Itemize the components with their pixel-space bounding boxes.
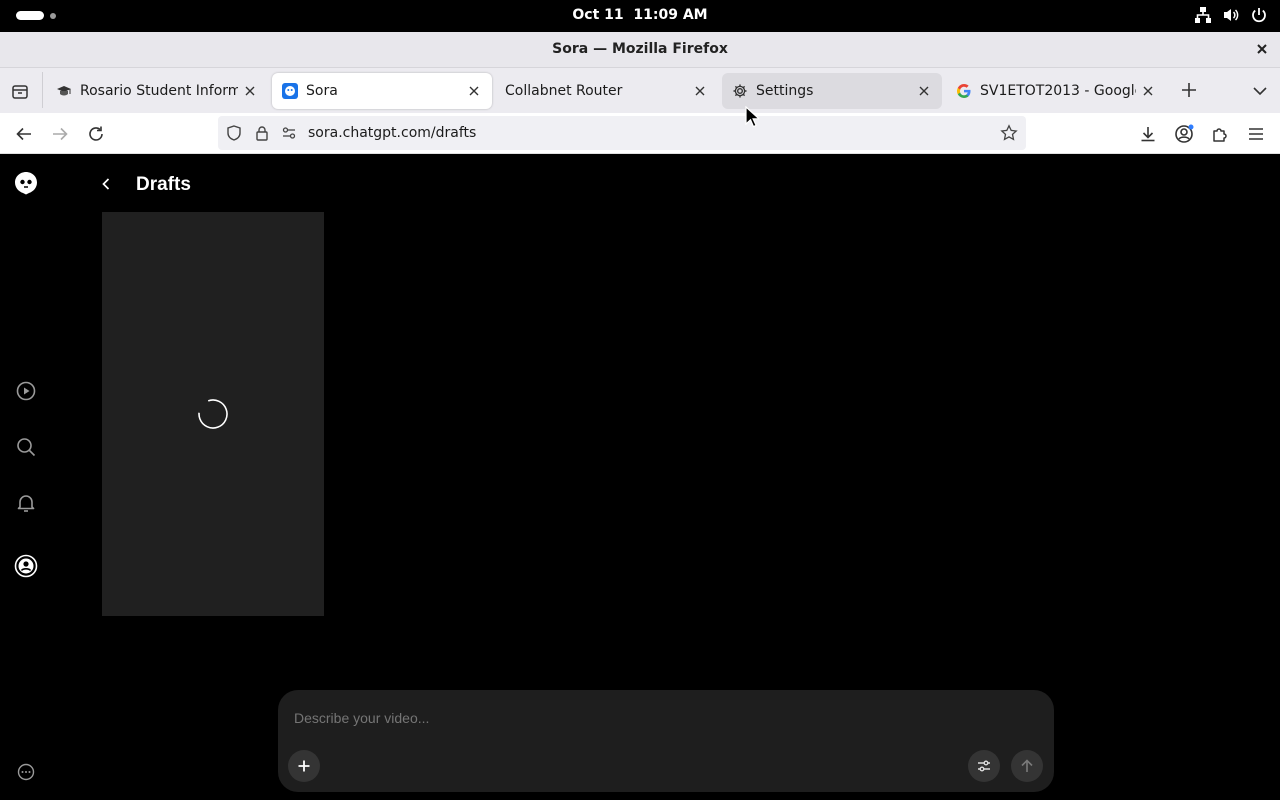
tab-collabnet[interactable]: Collabnet Router xyxy=(496,73,718,109)
back-to-profile-button[interactable] xyxy=(96,174,116,194)
navigation-toolbar: sora.chatgpt.com/drafts xyxy=(0,113,1280,154)
tab-label: Settings xyxy=(756,83,814,99)
graduation-cap-icon xyxy=(56,83,72,99)
arrow-left-icon xyxy=(16,127,31,141)
tab-close-button[interactable] xyxy=(242,83,258,99)
chevron-left-icon xyxy=(102,178,110,190)
play-icon xyxy=(16,381,36,401)
new-tab-button[interactable] xyxy=(1179,80,1199,100)
profile-button[interactable] xyxy=(12,552,40,580)
close-icon xyxy=(1257,44,1267,54)
google-icon xyxy=(956,83,972,99)
tab-close-button[interactable] xyxy=(916,83,932,99)
tab-close-button[interactable] xyxy=(692,83,708,99)
url-text[interactable]: sora.chatgpt.com/drafts xyxy=(308,125,476,141)
mouse-pointer-icon xyxy=(745,106,759,128)
permissions-icon[interactable] xyxy=(281,125,297,141)
tab-rosario[interactable]: Rosario Student Informati xyxy=(46,73,268,109)
back-button[interactable] xyxy=(13,123,35,145)
account-icon xyxy=(1175,124,1194,143)
sliders-icon xyxy=(978,760,990,772)
close-icon xyxy=(1143,86,1153,96)
clock[interactable]: Oct 11 11:09 AM xyxy=(0,7,1280,23)
tab-google-search[interactable]: SV1ETOT2013 - Google Se xyxy=(946,73,1166,109)
add-media-button[interactable] xyxy=(288,750,320,782)
explore-videos-button[interactable] xyxy=(12,377,40,405)
reload-icon xyxy=(89,126,103,141)
downloads-button[interactable] xyxy=(1137,123,1159,145)
list-all-tabs-button[interactable] xyxy=(1251,82,1269,100)
close-icon xyxy=(469,86,479,96)
search-icon xyxy=(17,438,36,457)
chevron-down-icon xyxy=(1253,87,1267,96)
clock-date: Oct 11 xyxy=(572,7,624,23)
volume-icon xyxy=(1222,6,1240,24)
download-icon xyxy=(1141,127,1155,142)
tab-separator xyxy=(42,72,43,108)
system-tray[interactable] xyxy=(1194,6,1268,24)
tracking-protection-shield-icon[interactable] xyxy=(226,125,242,141)
plus-icon xyxy=(298,760,310,772)
generation-settings-button[interactable] xyxy=(968,750,1000,782)
more-options-button[interactable] xyxy=(12,758,40,786)
tab-close-button[interactable] xyxy=(466,83,482,99)
sora-logo-icon xyxy=(15,172,37,195)
hamburger-menu-icon xyxy=(1249,128,1263,140)
profile-avatar-icon xyxy=(14,554,38,578)
window-close-button[interactable] xyxy=(1255,42,1269,56)
tab-label: Collabnet Router xyxy=(505,83,623,99)
submit-button[interactable] xyxy=(1011,750,1043,782)
clock-time: 11:09 AM xyxy=(633,7,708,23)
bell-icon xyxy=(17,495,35,512)
forward-button[interactable] xyxy=(49,123,71,145)
tab-strip: Rosario Student Informati Sora Collabnet… xyxy=(0,68,1280,113)
loading-spinner-icon xyxy=(198,399,228,429)
sora-icon xyxy=(282,83,298,99)
account-button[interactable] xyxy=(1173,123,1195,145)
firefox-view-icon xyxy=(12,85,28,99)
window-title: Sora — Mozilla Firefox xyxy=(552,41,728,57)
close-icon xyxy=(245,86,255,96)
firefox-view-button[interactable] xyxy=(8,80,32,104)
search-button[interactable] xyxy=(12,433,40,461)
puzzle-piece-icon xyxy=(1213,128,1227,142)
extensions-button[interactable] xyxy=(1209,123,1231,145)
more-horizontal-icon xyxy=(17,763,35,781)
sora-logo-button[interactable] xyxy=(12,169,40,197)
tab-close-button[interactable] xyxy=(1140,83,1156,99)
gear-icon xyxy=(732,83,748,99)
video-prompt-input[interactable] xyxy=(294,710,934,726)
draft-card[interactable] xyxy=(102,212,324,616)
tab-sora[interactable]: Sora xyxy=(272,73,492,109)
notifications-button[interactable] xyxy=(12,489,40,517)
lock-icon[interactable] xyxy=(254,125,270,141)
window-titlebar: Sora — Mozilla Firefox xyxy=(0,32,1280,68)
url-bar[interactable]: sora.chatgpt.com/drafts xyxy=(218,116,1026,150)
prompt-composer xyxy=(278,690,1054,792)
page-title: Drafts xyxy=(136,174,191,195)
reload-button[interactable] xyxy=(85,123,107,145)
tab-settings[interactable]: Settings xyxy=(722,73,942,109)
tab-label: SV1ETOT2013 - Google Se xyxy=(980,83,1136,99)
tab-label: Rosario Student Informati xyxy=(80,83,238,99)
tab-label: Sora xyxy=(306,83,338,99)
arrow-right-icon xyxy=(53,127,68,141)
app-menu-button[interactable] xyxy=(1245,123,1267,145)
bookmark-star-icon[interactable] xyxy=(1000,124,1018,142)
close-icon xyxy=(919,86,929,96)
plus-icon xyxy=(1182,83,1196,97)
sora-page: Drafts xyxy=(0,154,1280,800)
close-icon xyxy=(695,86,705,96)
power-icon xyxy=(1250,6,1268,24)
network-icon xyxy=(1194,6,1212,24)
system-top-bar: Oct 11 11:09 AM xyxy=(0,0,1280,32)
arrow-up-icon xyxy=(1021,759,1033,772)
